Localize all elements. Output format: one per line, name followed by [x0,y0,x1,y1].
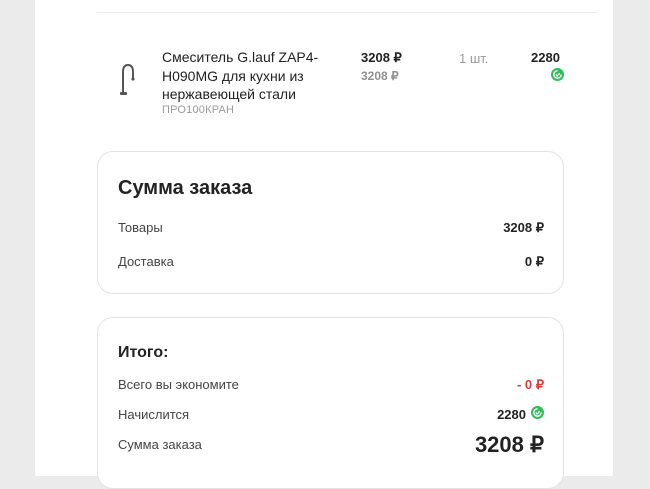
delivery-value: 0 ₽ [524,254,544,269]
order-page: Смеситель G.lauf ZAP4-H090MG для кухни и… [35,0,613,489]
product-bonus-points: 2280 [531,50,560,65]
savings-value: - 0 ₽ [516,377,544,392]
bonus-coin-icon [551,68,564,81]
order-summary-card: Сумма заказа Товары 3208 ₽ Доставка 0 ₽ [97,151,564,294]
product-quantity: 1 шт. [459,51,489,66]
bonus-coin-icon [531,406,544,419]
summary-title: Сумма заказа [118,177,253,199]
bonus-label: Начислится [118,407,190,422]
order-total-card: Итого: Всего вы экономите - 0 ₽ Начислит… [97,317,564,489]
bonus-value: 2280 [497,407,526,422]
product-brand: ПРО100КРАН [162,104,235,116]
product-old-price: 3208 ₽ [361,69,399,83]
items-label: Товары [118,220,163,235]
order-sum-value: 3208 ₽ [474,432,544,457]
product-name-link[interactable]: Смеситель G.lauf ZAP4-H090MG для кухни и… [162,48,337,104]
total-title: Итого: [118,344,169,361]
delivery-label: Доставка [118,254,174,269]
faucet-icon[interactable] [115,62,139,96]
items-value: 3208 ₽ [503,220,544,235]
cart-product-row: Смеситель G.lauf ZAP4-H090MG для кухни и… [35,0,613,140]
product-price: 3208 ₽ [361,50,402,65]
savings-label: Всего вы экономите [118,377,239,392]
order-sum-label: Сумма заказа [118,437,202,452]
